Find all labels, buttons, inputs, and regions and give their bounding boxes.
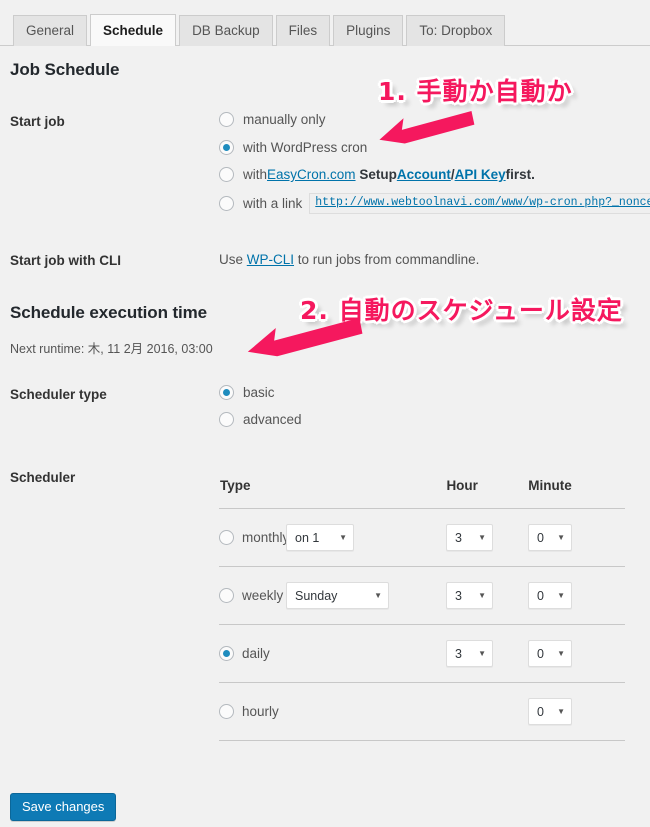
radio-schedule-daily[interactable]: daily <box>219 646 286 661</box>
chevron-down-icon: ▼ <box>478 532 486 542</box>
radio-monthly-label: monthly <box>242 530 290 545</box>
annotation-1-text: 1. 手動か自動か <box>377 76 574 108</box>
easycron-suffix: first. <box>505 167 535 182</box>
select-monthly-minute[interactable]: 0 ▼ <box>528 524 572 551</box>
easycron-prefix: with <box>243 167 268 182</box>
chevron-down-icon: ▼ <box>478 648 486 658</box>
tab-schedule[interactable]: Schedule <box>90 14 177 46</box>
select-monthly-minute-value: 0 <box>537 530 544 545</box>
radio-advanced-label: advanced <box>243 412 302 427</box>
cli-prefix: Use <box>219 252 247 267</box>
cli-description: Use WP-CLI to run jobs from commandline. <box>219 252 479 267</box>
wp-cli-link[interactable]: WP-CLI <box>247 252 294 267</box>
chevron-down-icon: ▼ <box>478 590 486 600</box>
radio-weekly-label: weekly <box>242 588 284 603</box>
easycron-site-link[interactable]: EasyCron.com <box>267 167 356 182</box>
tab-files[interactable]: Files <box>275 15 331 46</box>
schedule-execution-time-heading: Schedule execution time <box>10 303 208 322</box>
select-monthly-hour[interactable]: 3 ▼ <box>446 524 493 551</box>
chevron-down-icon: ▼ <box>339 532 347 542</box>
chevron-down-icon: ▼ <box>557 532 565 542</box>
scheduler-label: Scheduler <box>10 470 76 485</box>
select-daily-hour-value: 3 <box>455 646 462 661</box>
select-weekly-minute-value: 0 <box>537 588 544 603</box>
radio-link-indicator[interactable] <box>219 196 234 211</box>
select-monthly-day-value: on 1 <box>295 530 320 545</box>
easycron-account-link[interactable]: Account <box>397 167 451 182</box>
radio-start-job-wpcron[interactable]: with WordPress cron <box>219 140 367 155</box>
easycron-apikey-link[interactable]: API Key <box>455 167 506 182</box>
radio-wpcron-indicator[interactable] <box>219 140 234 155</box>
select-weekly-hour[interactable]: 3 ▼ <box>446 582 493 609</box>
start-job-cli-label: Start job with CLI <box>10 253 121 268</box>
scheduler-type-label: Scheduler type <box>10 387 107 402</box>
radio-hourly-indicator[interactable] <box>219 704 234 719</box>
tab-db-backup[interactable]: DB Backup <box>179 15 273 46</box>
tab-to-dropbox[interactable]: To: Dropbox <box>406 15 506 46</box>
annotation-2-arrow <box>247 317 363 357</box>
chevron-down-icon: ▼ <box>374 590 382 600</box>
radio-advanced-indicator[interactable] <box>219 412 234 427</box>
select-daily-minute[interactable]: 0 ▼ <box>528 640 572 667</box>
select-weekly-minute[interactable]: 0 ▼ <box>528 582 572 609</box>
select-daily-minute-value: 0 <box>537 646 544 661</box>
radio-scheduler-type-basic[interactable]: basic <box>219 385 275 400</box>
next-runtime-text: Next runtime: 木, 11 2月 2016, 03:00 <box>10 342 213 356</box>
table-row: weekly Sunday ▼ 3 ▼ 0 ▼ <box>219 566 625 624</box>
column-header-hour: Hour <box>446 478 478 493</box>
cron-url-text[interactable]: http://www.webtoolnavi.com/www/wp-cron.p… <box>309 193 650 214</box>
column-header-type: Type <box>220 478 251 493</box>
select-daily-hour[interactable]: 3 ▼ <box>446 640 493 667</box>
tab-plugins[interactable]: Plugins <box>333 15 404 46</box>
radio-start-job-easycron[interactable]: with EasyCron.com Setup Account / API Ke… <box>219 167 535 182</box>
tab-general[interactable]: General <box>13 15 88 46</box>
cli-suffix: to run jobs from commandline. <box>294 252 480 267</box>
select-weekly-day-value: Sunday <box>295 588 338 603</box>
save-changes-button[interactable]: Save changes <box>10 793 117 821</box>
radio-schedule-monthly[interactable]: monthly <box>219 530 290 545</box>
radio-monthly-indicator[interactable] <box>219 530 234 545</box>
radio-basic-label: basic <box>243 385 275 400</box>
radio-manual-label: manually only <box>243 112 326 127</box>
select-hourly-minute-value: 0 <box>537 704 544 719</box>
table-row: monthly on 1 ▼ 3 ▼ 0 ▼ <box>219 508 625 566</box>
chevron-down-icon: ▼ <box>557 590 565 600</box>
easycron-setup-text: Setup <box>359 167 397 182</box>
select-hourly-minute[interactable]: 0 ▼ <box>528 698 572 725</box>
settings-tab-bar: General Schedule DB Backup Files Plugins… <box>0 0 650 46</box>
table-row: daily 3 ▼ 0 ▼ <box>219 624 625 682</box>
radio-hourly-label: hourly <box>242 704 279 719</box>
chevron-down-icon: ▼ <box>557 706 565 716</box>
chevron-down-icon: ▼ <box>557 648 565 658</box>
job-schedule-heading: Job Schedule <box>10 60 120 79</box>
radio-daily-label: daily <box>242 646 270 661</box>
radio-schedule-weekly[interactable]: weekly <box>219 588 286 603</box>
select-weekly-hour-value: 3 <box>455 588 462 603</box>
start-job-label: Start job <box>10 114 65 129</box>
radio-start-job-manual[interactable]: manually only <box>219 112 326 127</box>
radio-easycron-indicator[interactable] <box>219 167 234 182</box>
scheduler-table: Type Hour Minute monthly on 1 ▼ 3 ▼ 0 ▼ <box>219 478 625 741</box>
radio-weekly-indicator[interactable] <box>219 588 234 603</box>
radio-daily-indicator[interactable] <box>219 646 234 661</box>
radio-schedule-hourly[interactable]: hourly <box>219 704 286 719</box>
radio-start-job-link[interactable]: with a link http://www.webtoolnavi.com/w… <box>219 193 650 214</box>
annotation-1-arrow <box>379 110 475 144</box>
column-header-minute: Minute <box>528 478 572 493</box>
radio-wpcron-label: with WordPress cron <box>243 140 368 155</box>
select-monthly-day[interactable]: on 1 ▼ <box>286 524 354 551</box>
radio-basic-indicator[interactable] <box>219 385 234 400</box>
select-monthly-hour-value: 3 <box>455 530 462 545</box>
select-weekly-day[interactable]: Sunday ▼ <box>286 582 389 609</box>
scheduler-table-header: Type Hour Minute <box>219 478 625 508</box>
table-row: hourly 0 ▼ <box>219 682 625 741</box>
radio-manual-indicator[interactable] <box>219 112 234 127</box>
radio-scheduler-type-advanced[interactable]: advanced <box>219 412 302 427</box>
radio-link-label: with a link <box>243 196 303 211</box>
